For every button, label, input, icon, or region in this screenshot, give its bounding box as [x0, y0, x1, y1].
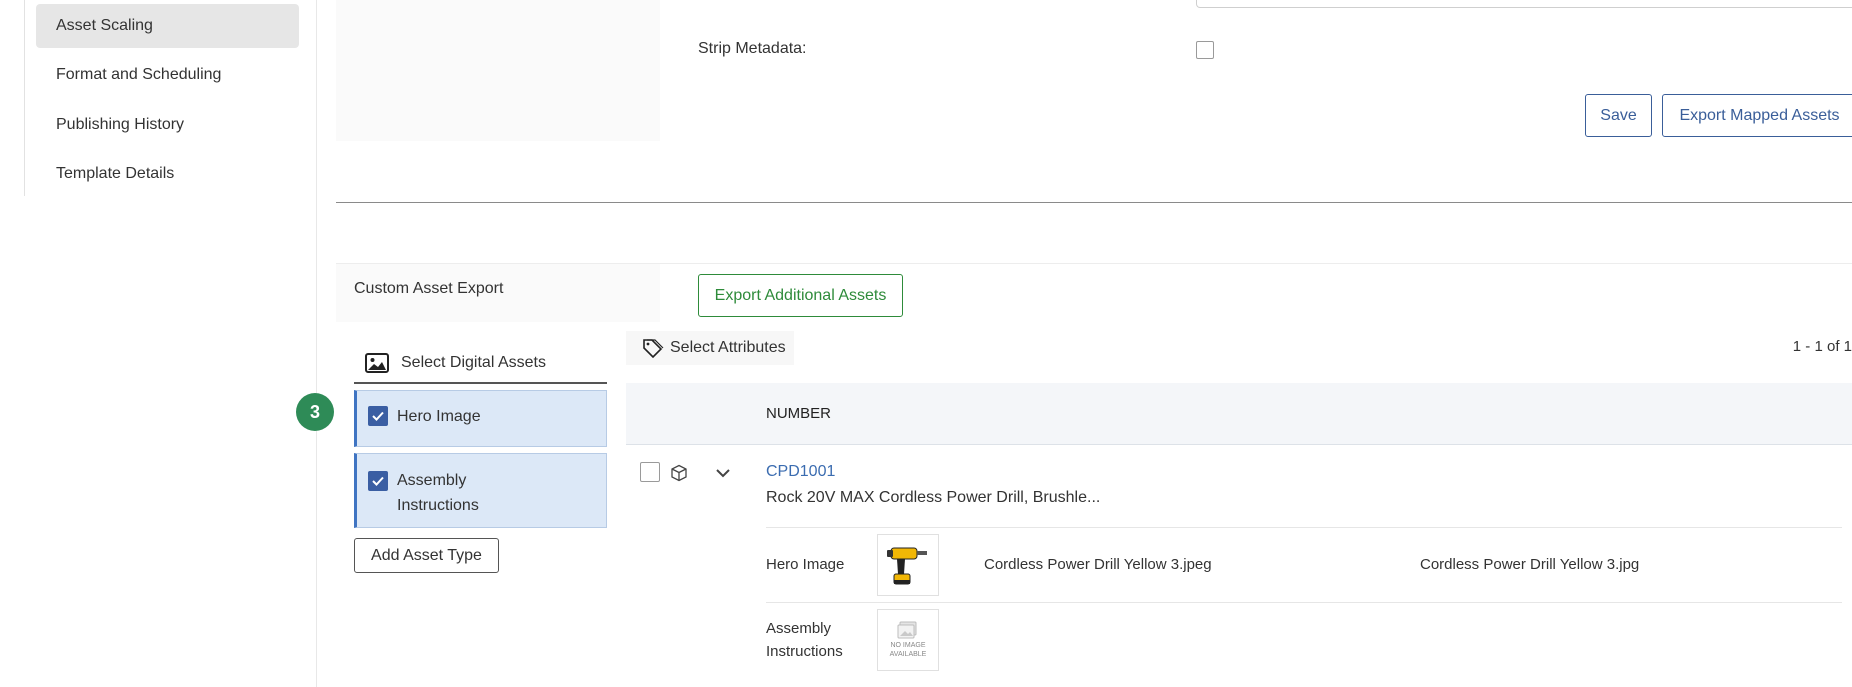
hero-image-thumbnail[interactable]	[877, 534, 939, 596]
sidebar-item-label: Asset Scaling	[56, 17, 153, 34]
sidebar-item-template-details[interactable]: Template Details	[36, 152, 299, 196]
tag-icon	[642, 338, 664, 358]
asset-type-item-assembly-instructions[interactable]: Assembly Instructions	[354, 453, 607, 528]
column-header-number[interactable]: NUMBER	[766, 405, 831, 422]
sidebar-divider	[316, 0, 317, 687]
asset-type-label: Hero Image	[397, 408, 481, 425]
row-divider	[766, 527, 1842, 528]
asset-type-label-line2: Instructions	[397, 497, 479, 514]
tab-label: Select Digital Assets	[401, 354, 546, 371]
row-select-checkbox[interactable]	[640, 462, 660, 482]
dropdown-field-bottom-edge[interactable]	[1196, 0, 1852, 8]
select-attributes-button[interactable]: Select Attributes	[626, 331, 794, 365]
asset-type-label-line1: Assembly	[397, 472, 467, 489]
sidebar-guide-line	[24, 0, 25, 196]
tab-select-digital-assets[interactable]: Select Digital Assets	[354, 344, 607, 384]
asset-type-cell-line2: Instructions	[766, 643, 843, 660]
sidebar-item-publishing-history[interactable]: Publishing History	[36, 103, 299, 147]
asset-type-cell: Hero Image	[766, 556, 845, 573]
save-button[interactable]: Save	[1585, 94, 1652, 137]
cube-icon	[670, 464, 688, 482]
chevron-down-icon[interactable]	[714, 466, 732, 480]
product-number-link[interactable]: CPD1001	[766, 463, 835, 481]
drill-icon	[887, 547, 927, 585]
sidebar-item-label: Format and Scheduling	[56, 66, 222, 83]
strip-metadata-checkbox[interactable]	[1196, 41, 1214, 59]
row-divider	[766, 602, 1842, 603]
checkbox-checked[interactable]	[368, 406, 388, 426]
asset-type-cell-line1: Assembly	[766, 620, 832, 637]
no-image-placeholder[interactable]: NO IMAGE AVAILABLE	[877, 609, 939, 671]
add-asset-type-button[interactable]: Add Asset Type	[354, 538, 499, 573]
asset-file-name-mapped: Cordless Power Drill Yellow 3.jpg	[1420, 556, 1640, 573]
no-image-text-line2: AVAILABLE	[889, 651, 927, 658]
export-additional-assets-button[interactable]: Export Additional Assets	[698, 274, 903, 317]
asset-type-item-hero-image[interactable]: Hero Image	[354, 390, 607, 447]
no-image-icon	[897, 621, 917, 639]
asset-file-name: Cordless Power Drill Yellow 3.jpeg	[984, 556, 1212, 573]
sidebar-item-asset-scaling[interactable]: Asset Scaling	[36, 4, 299, 48]
settings-label-column	[336, 0, 660, 141]
product-description: Rock 20V MAX Cordless Power Drill, Brush…	[766, 489, 1101, 506]
checkbox-checked[interactable]	[368, 471, 388, 491]
sidebar-item-label: Template Details	[56, 165, 175, 182]
step-badge: 3	[296, 393, 334, 431]
select-attributes-label: Select Attributes	[670, 339, 786, 356]
no-image-text-line1: NO IMAGE	[890, 642, 926, 649]
sidebar-item-label: Publishing History	[56, 116, 185, 133]
sidebar-item-format-and-scheduling[interactable]: Format and Scheduling	[36, 53, 299, 97]
table-header: NUMBER	[626, 383, 1852, 445]
export-mapped-assets-button[interactable]: Export Mapped Assets	[1662, 94, 1852, 137]
pagination-count: 1 - 1 of 1	[1792, 338, 1852, 355]
custom-asset-export-title: Custom Asset Export	[354, 280, 504, 297]
strip-metadata-label: Strip Metadata:	[698, 40, 807, 57]
image-icon	[365, 353, 389, 373]
section-divider	[336, 202, 1852, 203]
